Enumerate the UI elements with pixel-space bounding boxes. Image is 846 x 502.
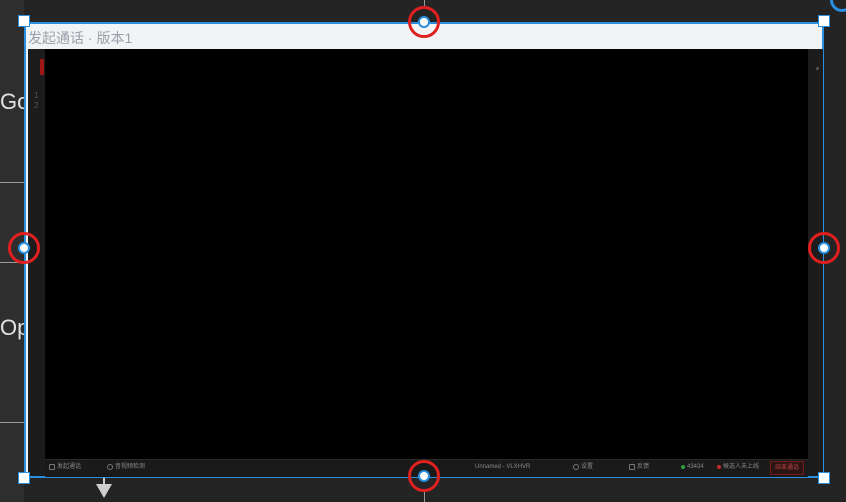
divider <box>0 182 24 183</box>
resize-handle-top-left[interactable] <box>18 15 30 27</box>
clock-icon <box>107 464 113 470</box>
feedback-item: 反馈 <box>629 463 649 471</box>
end-call-button: 结束通话 <box>769 461 804 475</box>
down-arrow-icon <box>96 484 112 498</box>
settings-item: 设置 <box>573 463 593 471</box>
resize-handle-left[interactable] <box>18 242 30 254</box>
offline-dot-icon <box>717 465 721 469</box>
line-numbers: 12 <box>34 91 39 110</box>
app-window-screenshot: 12 发起通话 音视频检测 Unnamed - VLXHVR 设置 反馈 434… <box>28 49 823 477</box>
gear-icon <box>573 464 579 470</box>
start-call-label: 发起通话 <box>57 464 82 470</box>
start-call-item: 发起通话 <box>49 463 81 471</box>
online-dot-icon <box>681 465 685 469</box>
camera-icon <box>49 464 55 470</box>
scroll-indicator <box>816 67 819 70</box>
av-check-label: 音视频检测 <box>115 464 146 470</box>
app-logo-mark <box>40 59 44 75</box>
count-item: 43434 <box>681 463 704 471</box>
frame-title: 发起通话 · 版本1 <box>28 30 133 46</box>
count-label: 43434 <box>687 464 704 470</box>
video-area <box>45 49 808 459</box>
waiting-label: 候选人未上线 <box>723 464 760 470</box>
session-name: Unnamed - VLXHVR <box>475 464 531 470</box>
resize-handle-top[interactable] <box>418 16 430 28</box>
chat-icon <box>629 464 635 470</box>
resize-handle-top-right[interactable] <box>818 15 830 27</box>
resize-handle-bottom[interactable] <box>418 470 430 482</box>
settings-label: 设置 <box>581 464 594 470</box>
divider <box>0 422 24 423</box>
waiting-item: 候选人未上线 <box>717 463 759 471</box>
feedback-label: 反馈 <box>637 464 650 470</box>
resize-handle-bottom-left[interactable] <box>18 472 30 484</box>
resize-handle-right[interactable] <box>818 242 830 254</box>
av-check-item: 音视频检测 <box>107 463 145 471</box>
rotate-handle-icon[interactable] <box>830 0 846 12</box>
selected-frame[interactable]: 发起通话 · 版本1 12 发起通话 音视频检测 Unnamed - VLXHV… <box>24 22 824 478</box>
resize-handle-bottom-right[interactable] <box>818 472 830 484</box>
